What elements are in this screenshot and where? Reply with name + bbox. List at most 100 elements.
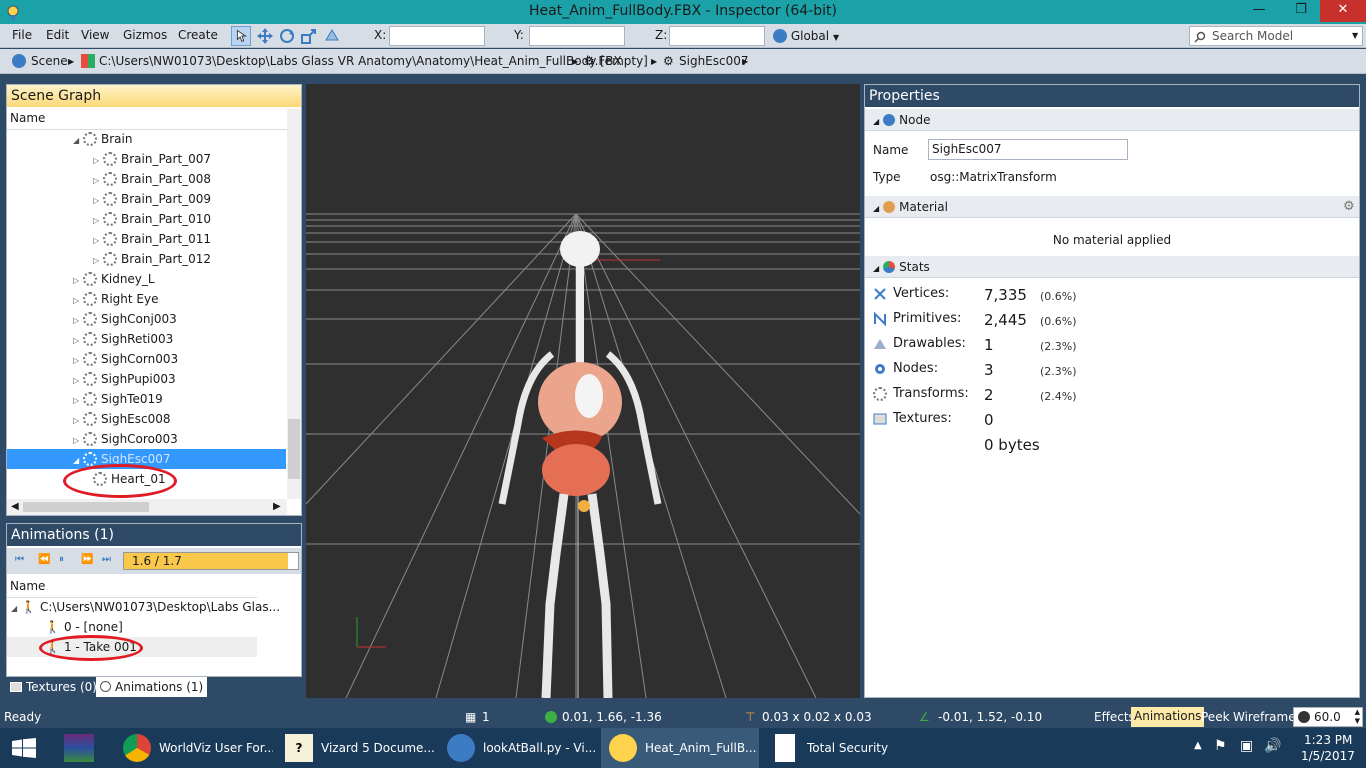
- search-dropdown-icon[interactable]: ▼: [1352, 31, 1358, 40]
- node-name-input[interactable]: SighEsc007: [928, 139, 1128, 160]
- expand-icon[interactable]: ▷: [93, 171, 103, 191]
- first-frame-icon[interactable]: ⏮: [15, 554, 29, 566]
- expand-icon[interactable]: ▷: [73, 291, 83, 311]
- tab-animations[interactable]: Animations (1): [96, 677, 208, 697]
- winrar-icon[interactable]: [64, 734, 94, 762]
- previous-frame-icon[interactable]: ⏪: [38, 554, 52, 566]
- clock-time[interactable]: 1:23 PM: [1304, 733, 1352, 747]
- menu-view[interactable]: View: [81, 28, 109, 42]
- expand-icon[interactable]: ▷: [73, 371, 83, 391]
- menu-edit[interactable]: Edit: [46, 28, 69, 42]
- breadcrumb-empty[interactable]: [empty]: [600, 54, 648, 68]
- effects-toggle[interactable]: Effects: [1094, 710, 1135, 724]
- select-tool-icon[interactable]: [231, 26, 251, 46]
- expand-icon[interactable]: ▷: [73, 411, 83, 431]
- windows-start-icon[interactable]: [12, 738, 36, 758]
- name-column-header[interactable]: Name: [10, 579, 45, 593]
- menu-create[interactable]: Create: [178, 28, 218, 42]
- tree-row[interactable]: ▷ Brain_Part_012: [93, 249, 211, 269]
- expand-icon[interactable]: ▷: [73, 351, 83, 371]
- snap-tool-icon[interactable]: [322, 26, 342, 46]
- x-coordinate-input[interactable]: [389, 26, 485, 46]
- breadcrumb-scene[interactable]: Scene: [31, 54, 68, 68]
- scroll-left-icon[interactable]: ◀: [11, 501, 19, 512]
- restore-button[interactable]: ❐: [1286, 0, 1316, 22]
- tree-row[interactable]: ▷ Right Eye: [73, 289, 158, 309]
- rotate-tool-icon[interactable]: [277, 26, 297, 46]
- collapse-icon[interactable]: ◢: [873, 204, 879, 213]
- y-coordinate-input[interactable]: [529, 26, 625, 46]
- taskbar-task-vizard-docs[interactable]: ? Vizard 5 Docume...: [277, 728, 435, 768]
- anatomy-model[interactable]: [498, 231, 662, 698]
- material-section-header[interactable]: ◢ Material: [865, 196, 1359, 218]
- fps-input[interactable]: 60.0 ▲ ▼: [1293, 707, 1363, 727]
- material-settings-icon[interactable]: ⚙: [1343, 199, 1355, 214]
- animation-progress-bar[interactable]: 1.6 / 1.7: [123, 552, 299, 570]
- tree-row[interactable]: ▷ SighCorn003: [73, 349, 178, 369]
- tree-row[interactable]: ▷ SighTe019: [73, 389, 163, 409]
- fps-stepper-icon[interactable]: ▲ ▼: [1355, 708, 1360, 726]
- menu-file[interactable]: File: [12, 28, 32, 42]
- breadcrumb-node[interactable]: SighEsc007: [679, 54, 749, 68]
- minimize-button[interactable]: —: [1244, 0, 1274, 22]
- name-column-header[interactable]: Name: [10, 111, 45, 125]
- horizontal-scrollbar[interactable]: ◀ ▶: [7, 499, 287, 515]
- tab-textures[interactable]: Textures (0): [6, 677, 101, 697]
- clock-date[interactable]: 1/5/2017: [1301, 749, 1355, 763]
- tree-row[interactable]: ▷ SighConj003: [73, 309, 177, 329]
- expand-icon[interactable]: ▷: [93, 251, 103, 271]
- taskbar-task-chrome[interactable]: WorldViz User For...: [115, 728, 273, 768]
- scroll-right-icon[interactable]: ▶: [273, 501, 281, 512]
- animations-toggle[interactable]: Animations: [1131, 707, 1205, 727]
- expand-icon[interactable]: ▷: [93, 191, 103, 211]
- search-model-input[interactable]: Search Model: [1189, 26, 1363, 46]
- tree-row[interactable]: ▷ Brain_Part_011: [93, 229, 211, 249]
- taskbar-task-total-security[interactable]: Total Security: [763, 728, 918, 768]
- wireframe-toggle[interactable]: Wireframe: [1233, 710, 1296, 724]
- tree-row[interactable]: ▷ SighCoro003: [73, 429, 178, 449]
- collapse-icon[interactable]: ◢: [873, 264, 879, 273]
- tree-row[interactable]: ▷ SighEsc008: [73, 409, 171, 429]
- tree-row[interactable]: ▷ Brain_Part_007: [93, 149, 211, 169]
- tree-row-brain[interactable]: ◢ Brain: [73, 129, 132, 149]
- tree-row[interactable]: ▷ Brain_Part_010: [93, 209, 211, 229]
- show-hidden-icons[interactable]: ▲: [1194, 740, 1202, 751]
- collapse-icon[interactable]: ◢: [73, 131, 83, 151]
- tree-row[interactable]: ▷ Kidney_L: [73, 269, 155, 289]
- animation-file-row[interactable]: ◢ 🚶 C:\Users\NW01073\Desktop\Labs Glas...: [11, 597, 280, 617]
- taskbar-task-lookatball[interactable]: lookAtBall.py - Vi...: [439, 728, 597, 768]
- collapse-icon[interactable]: ◢: [873, 117, 879, 126]
- next-frame-icon[interactable]: ⏩: [81, 554, 95, 566]
- expand-icon[interactable]: ▷: [93, 211, 103, 231]
- tree-row[interactable]: ▷ SighPupi003: [73, 369, 176, 389]
- move-tool-icon[interactable]: [255, 26, 275, 46]
- volume-icon[interactable]: 🔊: [1264, 738, 1281, 754]
- expand-icon[interactable]: ▷: [73, 311, 83, 331]
- node-section-header[interactable]: ◢ Node: [865, 109, 1359, 131]
- menu-gizmos[interactable]: Gizmos: [123, 28, 167, 42]
- network-icon[interactable]: ▣: [1240, 738, 1253, 754]
- taskbar-task-inspector[interactable]: Heat_Anim_FullB...: [601, 728, 759, 768]
- close-button[interactable]: ✕: [1320, 0, 1366, 22]
- collapse-icon[interactable]: ◢: [11, 599, 21, 619]
- stats-section-header[interactable]: ◢ Stats: [865, 256, 1359, 278]
- expand-icon[interactable]: ▷: [93, 151, 103, 171]
- tree-row[interactable]: ▷ SighReti003: [73, 329, 173, 349]
- animation-row[interactable]: 🚶 0 - [none]: [45, 617, 123, 637]
- scrollbar-thumb[interactable]: [288, 419, 300, 479]
- last-frame-icon[interactable]: ⏭: [102, 554, 116, 566]
- scrollbar-thumb[interactable]: [23, 502, 149, 512]
- breadcrumb-file[interactable]: C:\Users\NW01073\Desktop\Labs Glass VR A…: [99, 54, 622, 68]
- scene-graph-scrollbar[interactable]: [287, 109, 301, 499]
- action-center-icon[interactable]: ⚑: [1214, 738, 1227, 754]
- pause-icon[interactable]: ⏸: [59, 554, 73, 566]
- 3d-viewport[interactable]: [306, 84, 860, 698]
- peek-toggle[interactable]: Peek: [1201, 710, 1230, 724]
- expand-icon[interactable]: ▷: [93, 231, 103, 251]
- coordinate-space-dropdown[interactable]: Global ▼: [773, 26, 839, 46]
- expand-icon[interactable]: ▷: [73, 271, 83, 291]
- scale-tool-icon[interactable]: [299, 26, 319, 46]
- tree-row[interactable]: ▷ Brain_Part_008: [93, 169, 211, 189]
- tree-row[interactable]: ▷ Brain_Part_009: [93, 189, 211, 209]
- expand-icon[interactable]: ▷: [73, 331, 83, 351]
